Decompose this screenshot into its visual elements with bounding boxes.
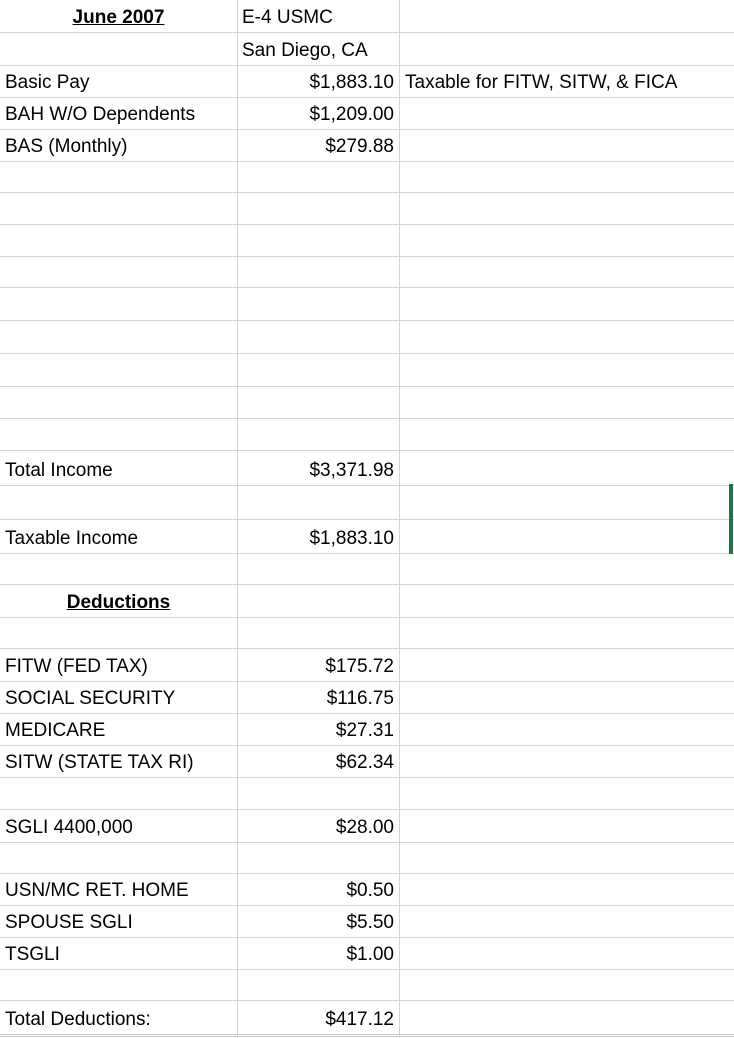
row-9 (0, 257, 734, 288)
row-7 (0, 193, 734, 225)
bah-value[interactable]: $1,209.00 (237, 98, 399, 129)
row-27 (0, 843, 734, 874)
deduction-value[interactable]: $175.72 (237, 649, 399, 681)
deduction-value[interactable]: $116.75 (237, 682, 399, 713)
row-30: TSGLI $1.00 (0, 938, 734, 970)
row-14 (0, 419, 734, 451)
deductions-heading[interactable]: Deductions (0, 585, 237, 617)
row-16 (0, 486, 734, 520)
deduction-label[interactable]: TSGLI (0, 938, 237, 969)
row-5: BAS (Monthly) $279.88 (0, 130, 734, 162)
cell-selection-edge (729, 484, 733, 554)
row-12 (0, 354, 734, 387)
row-2: San Diego, CA (0, 33, 734, 66)
row-25 (0, 778, 734, 810)
row-13 (0, 387, 734, 419)
total-deductions-value[interactable]: $417.12 (237, 1001, 399, 1034)
basic-pay-note[interactable]: Taxable for FITW, SITW, & FICA (399, 66, 734, 97)
row-28: USN/MC RET. HOME $0.50 (0, 874, 734, 906)
row-10 (0, 288, 734, 321)
deduction-label[interactable]: MEDICARE (0, 714, 237, 745)
row-8 (0, 225, 734, 257)
row-15: Total Income $3,371.98 (0, 451, 734, 486)
deduction-label[interactable]: SPOUSE SGLI (0, 906, 237, 937)
row-26: SGLI 4400,000 $28.00 (0, 810, 734, 843)
deduction-label[interactable]: SOCIAL SECURITY (0, 682, 237, 713)
month-cell[interactable]: June 2007 (0, 0, 237, 32)
deduction-label[interactable]: FITW (FED TAX) (0, 649, 237, 681)
deduction-label[interactable]: USN/MC RET. HOME (0, 874, 237, 905)
rank-branch-cell[interactable]: E-4 USMC (237, 0, 399, 32)
deduction-value[interactable]: $62.34 (237, 746, 399, 777)
row-18 (0, 554, 734, 585)
row-20 (0, 618, 734, 649)
deduction-label[interactable]: SGLI 4400,000 (0, 810, 237, 842)
deduction-value[interactable]: $5.50 (237, 906, 399, 937)
row-24: SITW (STATE TAX RI) $62.34 (0, 746, 734, 778)
row-29: SPOUSE SGLI $5.50 (0, 906, 734, 938)
row-22: SOCIAL SECURITY $116.75 (0, 682, 734, 714)
column-divider (399, 0, 400, 1038)
row-17: Taxable Income $1,883.10 (0, 520, 734, 554)
total-income-value[interactable]: $3,371.98 (237, 451, 399, 485)
total-income-label[interactable]: Total Income (0, 451, 237, 485)
row-11 (0, 321, 734, 354)
bah-label[interactable]: BAH W/O Dependents (0, 98, 237, 129)
deduction-value[interactable]: $1.00 (237, 938, 399, 969)
taxable-income-value[interactable]: $1,883.10 (237, 520, 399, 553)
row-19: Deductions (0, 585, 734, 618)
location-cell[interactable]: San Diego, CA (237, 33, 399, 65)
column-divider (237, 0, 238, 1038)
bas-value[interactable]: $279.88 (237, 130, 399, 161)
deduction-label[interactable]: SITW (STATE TAX RI) (0, 746, 237, 777)
total-deductions-label[interactable]: Total Deductions: (0, 1001, 237, 1034)
row-23: MEDICARE $27.31 (0, 714, 734, 746)
row-4: BAH W/O Dependents $1,209.00 (0, 98, 734, 130)
deduction-value[interactable]: $0.50 (237, 874, 399, 905)
deduction-value[interactable]: $28.00 (237, 810, 399, 842)
row-32: Total Deductions: $417.12 (0, 1001, 734, 1037)
basic-pay-label[interactable]: Basic Pay (0, 66, 237, 97)
row-3: Basic Pay $1,883.10 Taxable for FITW, SI… (0, 66, 734, 98)
row-6 (0, 162, 734, 193)
row-31 (0, 970, 734, 1001)
basic-pay-value[interactable]: $1,883.10 (237, 66, 399, 97)
deduction-value[interactable]: $27.31 (237, 714, 399, 745)
row-1: June 2007 E-4 USMC (0, 0, 734, 33)
bas-label[interactable]: BAS (Monthly) (0, 130, 237, 161)
taxable-income-label[interactable]: Taxable Income (0, 520, 237, 553)
spreadsheet: June 2007 E-4 USMC San Diego, CA Basic P… (0, 0, 734, 1038)
row-21: FITW (FED TAX) $175.72 (0, 649, 734, 682)
